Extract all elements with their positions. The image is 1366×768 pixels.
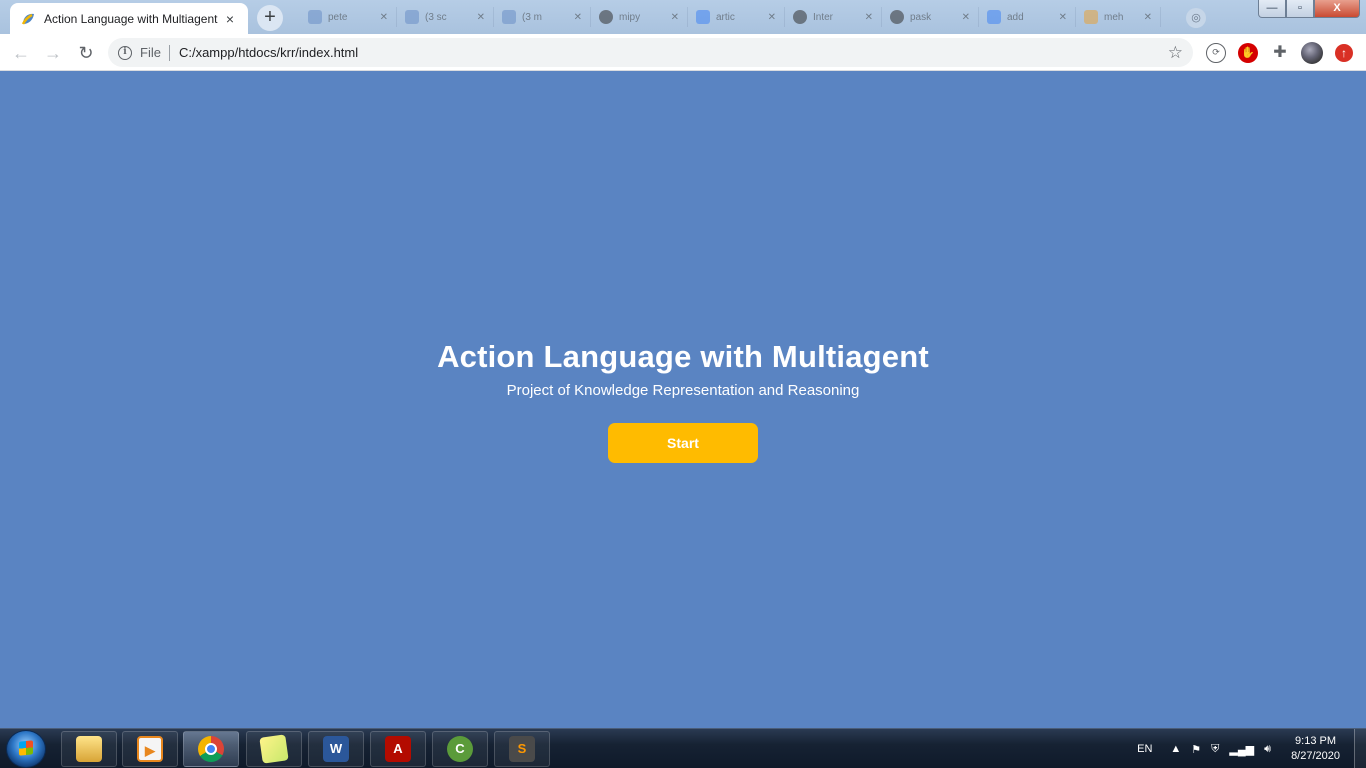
tab-favicon-icon <box>308 10 322 24</box>
start-button[interactable] <box>6 730 46 768</box>
security-shield-icon[interactable]: ⛨ <box>1211 743 1219 756</box>
taskbar-coreldraw[interactable]: C <box>432 731 488 767</box>
tab-strip: Action Language with Multiagent × + pete… <box>0 0 1366 34</box>
profile-avatar[interactable] <box>1301 42 1323 64</box>
folder-icon <box>76 736 102 762</box>
new-tab-button[interactable]: + <box>257 5 283 31</box>
reload-icon[interactable]: ↻ <box>72 39 100 67</box>
system-tray: EN ▲ ⚑ ⛨ ▂▄▆ 🔊︎ 9:13 PM 8/27/2020 <box>1137 729 1366 768</box>
tab-label: artic <box>716 11 735 23</box>
tab-label: pask <box>910 11 932 23</box>
tab-label: mipy <box>619 11 641 23</box>
tab-background[interactable]: mipy ✕ <box>591 7 688 27</box>
divider <box>168 44 170 61</box>
tab-close-icon[interactable]: ✕ <box>477 12 485 23</box>
taskbar-acrobat[interactable]: A <box>370 731 426 767</box>
taskbar-word[interactable]: W <box>308 731 364 767</box>
action-center-flag-icon[interactable]: ⚑ <box>1191 743 1201 756</box>
tab-label: meh <box>1104 11 1124 23</box>
tab-background[interactable]: add ✕ <box>979 7 1076 27</box>
forward-icon[interactable]: → <box>39 39 67 67</box>
info-icon[interactable]: i <box>118 45 132 60</box>
update-arrow-icon[interactable]: ↑ <box>1335 44 1353 62</box>
tab-label: add <box>1007 11 1024 23</box>
tab-title: Action Language with Multiagent <box>44 11 218 26</box>
tab-favicon-icon <box>890 10 904 24</box>
tab-label: (3 m <box>522 11 542 23</box>
page-content: Action Language with Multiagent Project … <box>0 71 1366 728</box>
page-title: Action Language with Multiagent <box>437 339 929 374</box>
address-bar[interactable]: i File C:/xampp/htdocs/krr/index.html ☆ <box>108 38 1193 67</box>
tab-close-icon[interactable]: ✕ <box>768 12 776 23</box>
tab-background[interactable]: pask ✕ <box>882 7 979 27</box>
language-indicator[interactable]: EN <box>1137 743 1152 755</box>
sticky-notes-icon <box>259 734 289 764</box>
tab-active[interactable]: Action Language with Multiagent × <box>10 3 248 34</box>
network-signal-icon[interactable]: ▂▄▆ <box>1229 743 1254 756</box>
show-desktop-button[interactable] <box>1354 729 1366 768</box>
tab-close-icon[interactable]: ✕ <box>962 12 970 23</box>
extension-adblock-icon[interactable]: ✋ <box>1238 43 1258 63</box>
taskbar-chrome[interactable] <box>183 731 239 767</box>
taskbar-media-player[interactable]: ▶ <box>122 731 178 767</box>
word-icon: W <box>323 736 349 762</box>
tab-favicon-icon <box>1084 10 1098 24</box>
page-favicon-icon <box>21 13 34 25</box>
window-controls: — ▫ X <box>1258 0 1360 18</box>
chrome-icon <box>198 736 224 762</box>
tab-favicon-icon <box>696 10 710 24</box>
tab-background[interactable]: artic ✕ <box>688 7 785 27</box>
tab-favicon-icon <box>987 10 1001 24</box>
tab-close-icon[interactable]: ✕ <box>380 12 388 23</box>
tab-close-icon[interactable]: ✕ <box>1144 12 1152 23</box>
tab-search-icon[interactable]: ◎ <box>1186 8 1206 28</box>
tab-label: pete <box>328 11 348 23</box>
tab-label: (3 sc <box>425 11 447 23</box>
tab-close-icon[interactable]: × <box>222 11 238 27</box>
acrobat-icon: A <box>385 736 411 762</box>
tab-label: Inter <box>813 11 834 23</box>
url-text[interactable]: C:/xampp/htdocs/krr/index.html <box>179 45 1168 60</box>
volume-icon[interactable]: 🔊︎ <box>1264 743 1271 756</box>
extension-sync-icon[interactable]: ⟳ <box>1206 43 1226 63</box>
tab-favicon-icon <box>405 10 419 24</box>
minimize-button[interactable]: — <box>1258 0 1286 18</box>
browser-toolbar: ← → ↻ i File C:/xampp/htdocs/krr/index.h… <box>0 34 1366 71</box>
tab-background[interactable]: pete ✕ <box>300 7 397 27</box>
clock-time: 9:13 PM <box>1295 735 1337 747</box>
tab-close-icon[interactable]: ✕ <box>574 12 582 23</box>
clock-date: 8/27/2020 <box>1291 750 1340 762</box>
taskbar: ▶ W A C S EN ▲ ⚑ ⛨ ▂▄▆ 🔊︎ 9:13 PM 8/27/2… <box>0 728 1366 768</box>
tab-favicon-icon <box>599 10 613 24</box>
tab-favicon-icon <box>793 10 807 24</box>
clock[interactable]: 9:13 PM 8/27/2020 <box>1291 734 1340 764</box>
extensions-puzzle-icon[interactable]: ✚ <box>1270 43 1290 63</box>
tab-background[interactable]: meh ✕ <box>1076 7 1161 27</box>
taskbar-sticky-notes[interactable] <box>246 731 302 767</box>
tab-close-icon[interactable]: ✕ <box>1059 12 1067 23</box>
coreldraw-icon: C <box>447 736 473 762</box>
bookmark-star-icon[interactable]: ☆ <box>1168 43 1183 63</box>
sublime-text-icon: S <box>509 736 535 762</box>
tab-background[interactable]: (3 sc ✕ <box>397 7 494 27</box>
url-scheme: File <box>140 45 161 60</box>
maximize-button[interactable]: ▫ <box>1286 0 1314 18</box>
start-button[interactable]: Start <box>608 423 758 463</box>
tab-close-icon[interactable]: ✕ <box>865 12 873 23</box>
hero-section: Action Language with Multiagent Project … <box>0 337 1366 463</box>
media-player-icon: ▶ <box>137 736 163 762</box>
tab-favicon-icon <box>502 10 516 24</box>
back-icon[interactable]: ← <box>7 39 35 67</box>
page-subtitle: Project of Knowledge Representation and … <box>506 382 860 399</box>
close-window-button[interactable]: X <box>1314 0 1360 18</box>
taskbar-explorer[interactable] <box>61 731 117 767</box>
taskbar-sublime-text[interactable]: S <box>494 731 550 767</box>
tab-background[interactable]: Inter ✕ <box>785 7 882 27</box>
background-tabs: pete ✕ (3 sc ✕ (3 m ✕ mipy ✕ artic ✕ Int… <box>300 7 1161 27</box>
tab-background[interactable]: (3 m ✕ <box>494 7 591 27</box>
tab-close-icon[interactable]: ✕ <box>671 12 679 23</box>
tray-expand-icon[interactable]: ▲ <box>1170 743 1181 755</box>
